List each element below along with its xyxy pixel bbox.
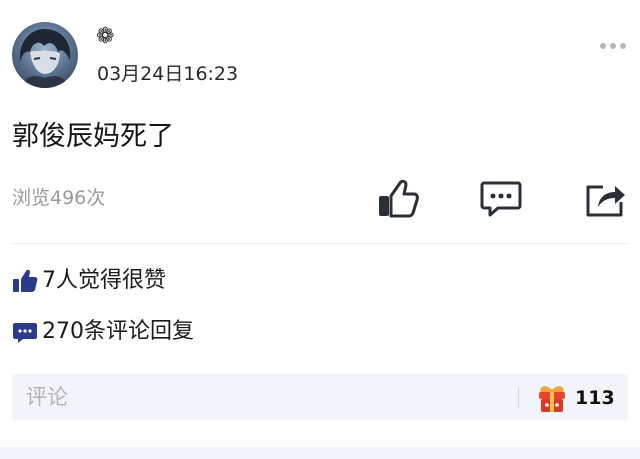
comment-bar: 评论 113 xyxy=(12,374,628,420)
post-header: ❁ 03月24日16:23 xyxy=(0,0,640,100)
share-arrow-icon xyxy=(586,185,625,217)
gift-icon[interactable] xyxy=(535,381,569,415)
divider xyxy=(12,243,628,244)
comment-bar-separator xyxy=(518,388,519,408)
comments-summary[interactable]: 270条评论回复 xyxy=(12,317,194,347)
comments-text: 270条评论回复 xyxy=(42,319,194,344)
comment-bubble-small-icon xyxy=(12,319,38,345)
more-dots-icon[interactable] xyxy=(598,36,628,49)
bottom-spacer xyxy=(0,447,640,459)
username[interactable]: ❁ xyxy=(96,24,114,50)
likes-text: 7人觉得很赞 xyxy=(42,268,166,293)
gift-count: 113 xyxy=(575,387,615,409)
post-timestamp: 03月24日16:23 xyxy=(97,63,239,85)
view-count: 浏览496次 xyxy=(12,187,106,209)
post-text: 郭俊辰妈死了 xyxy=(12,121,174,152)
comment-input[interactable]: 评论 xyxy=(26,382,68,412)
like-button[interactable] xyxy=(376,176,420,220)
comment-bubble-icon xyxy=(480,181,522,217)
thumbs-up-icon xyxy=(379,179,419,218)
avatar[interactable] xyxy=(12,22,78,88)
thumbs-up-small-icon xyxy=(12,268,38,294)
comment-button[interactable] xyxy=(479,176,523,220)
share-button[interactable] xyxy=(583,176,627,220)
avatar-image xyxy=(19,28,71,88)
likes-summary[interactable]: 7人觉得很赞 xyxy=(12,266,166,296)
